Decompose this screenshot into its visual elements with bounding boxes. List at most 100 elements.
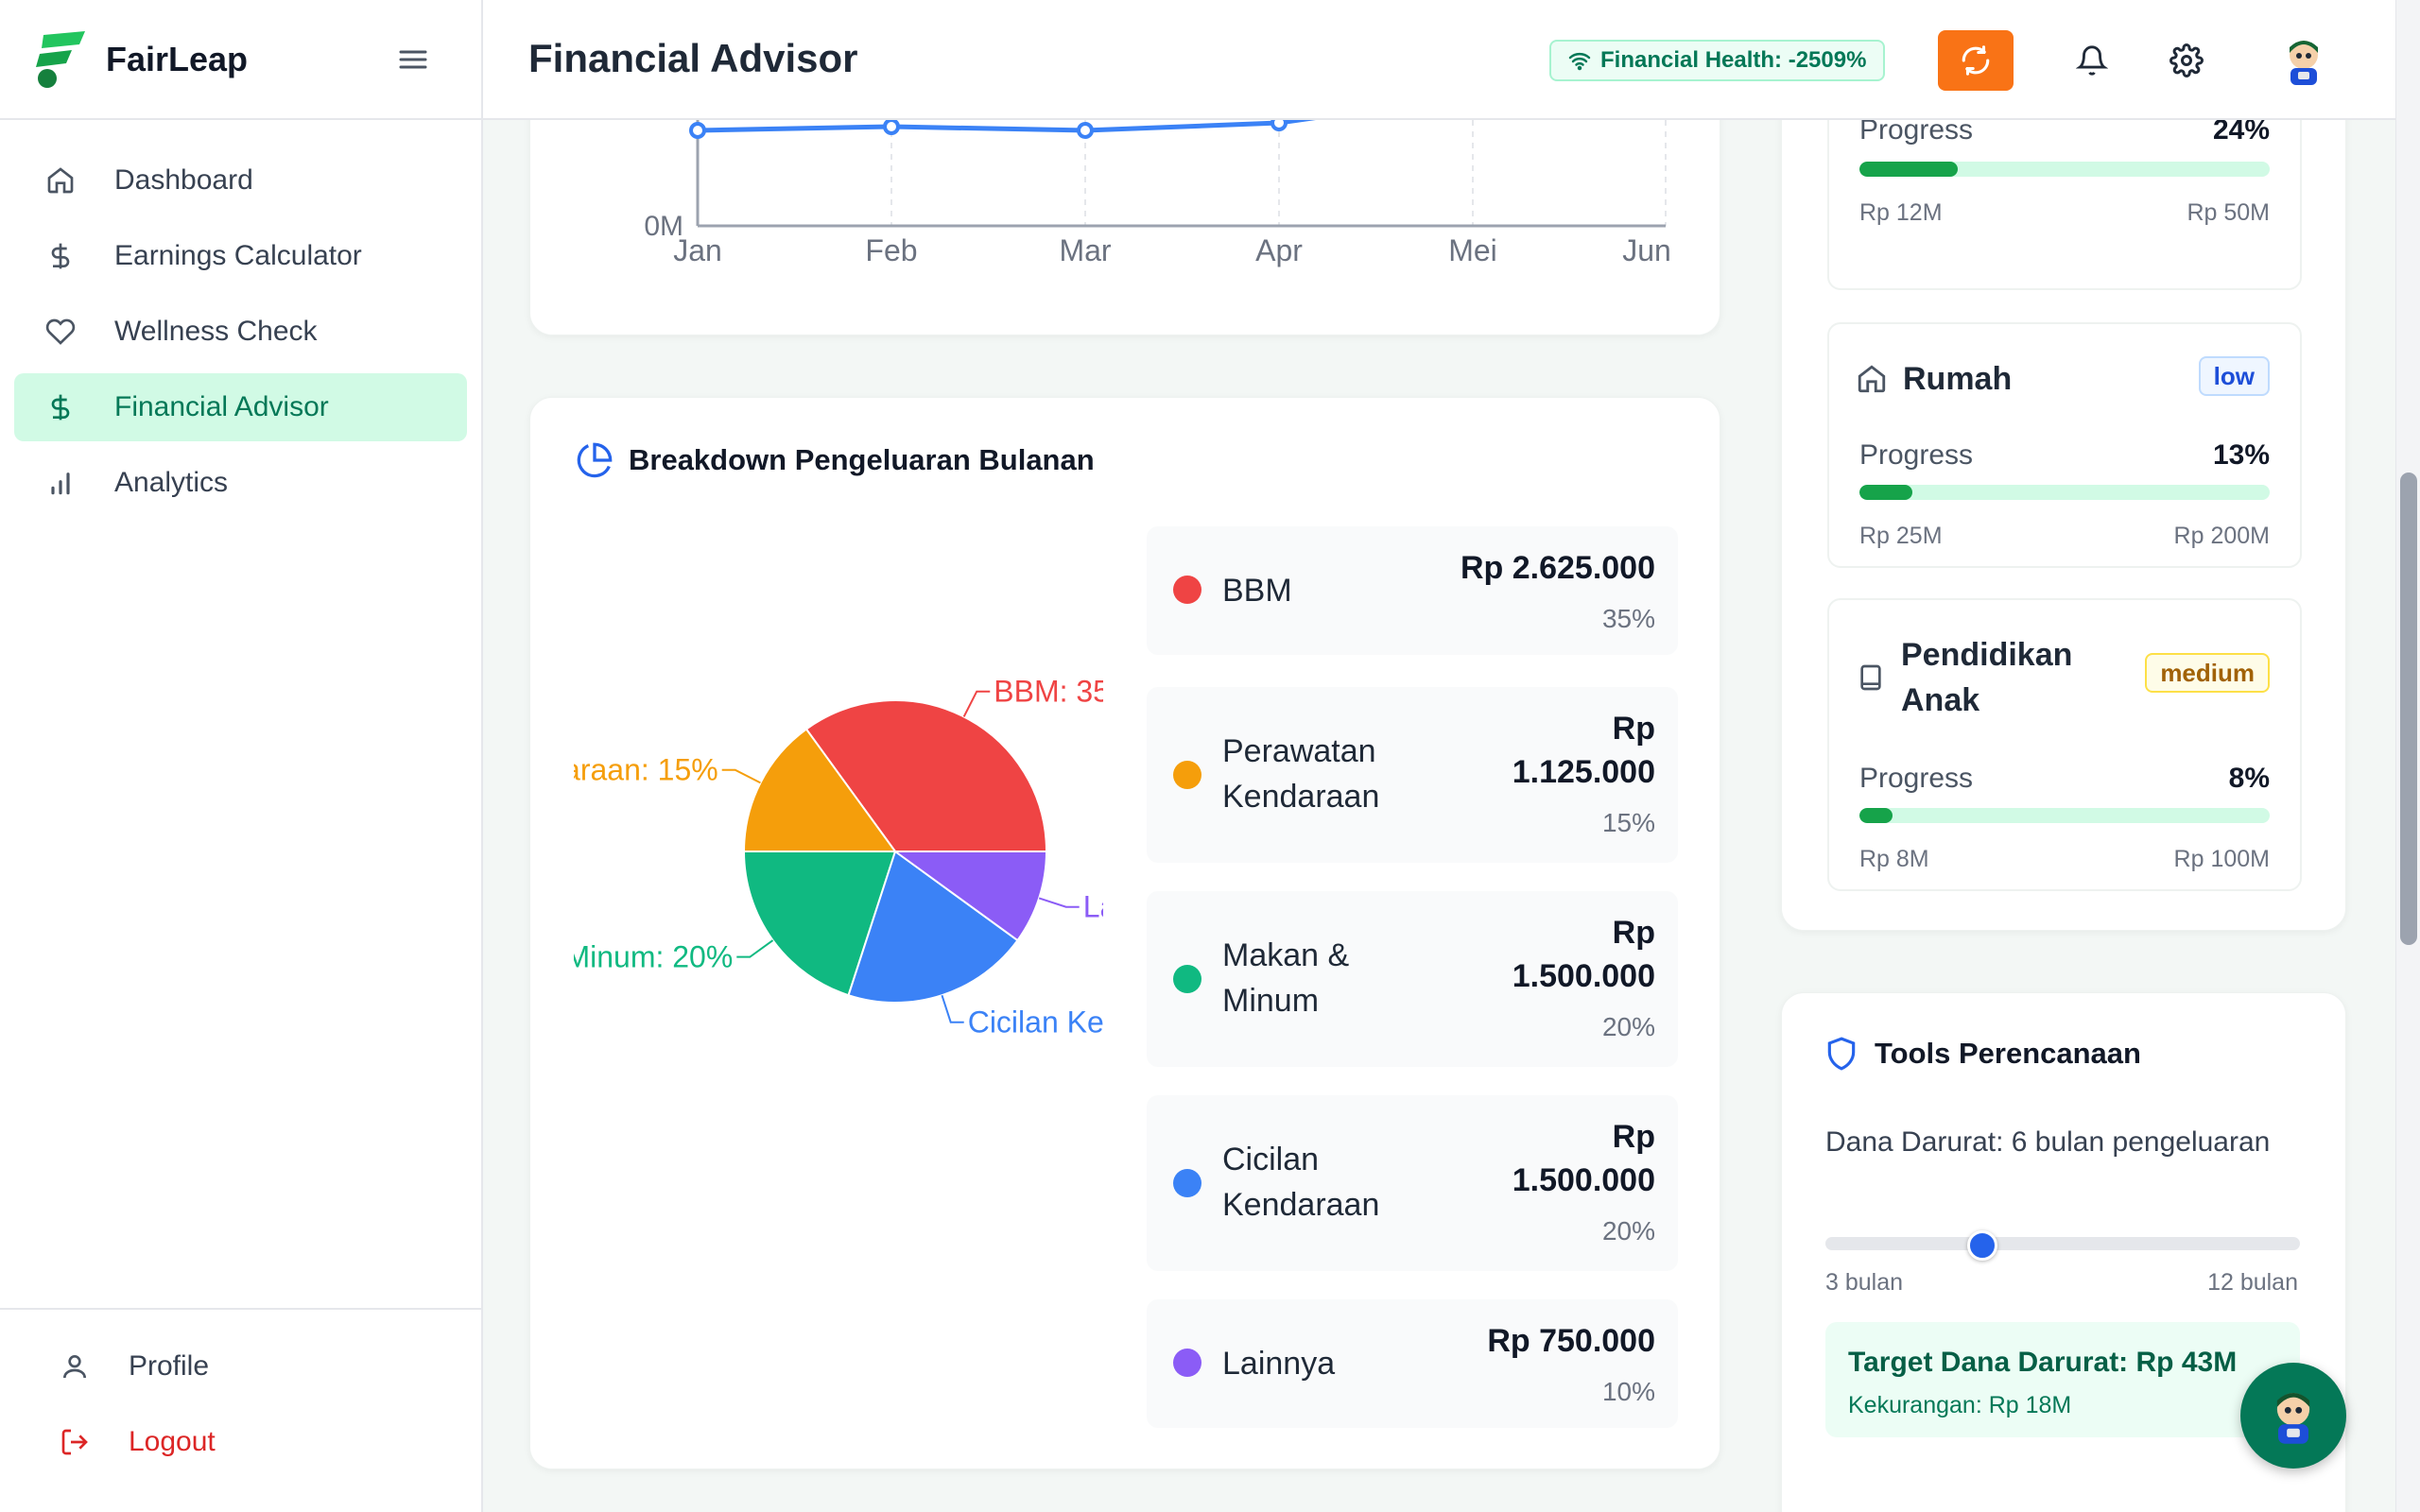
sidebar-item-label: Earnings Calculator bbox=[114, 240, 362, 271]
financial-health-badge: Financial Health: -2509% bbox=[1549, 40, 1886, 81]
goal-name-line: Anak bbox=[1901, 682, 1980, 718]
slider-max-label: 12 bulan bbox=[2207, 1269, 2298, 1296]
legend-item-perawatan: Perawatan Kendaraan Rp 1.125.000 15% bbox=[1147, 687, 1678, 863]
sidebar-item-label: Analytics bbox=[114, 467, 229, 498]
legend-amount: Rp 750.000 bbox=[1487, 1323, 1655, 1359]
sidebar-item-label: Logout bbox=[129, 1426, 216, 1457]
legend-amount: Rp bbox=[1612, 711, 1655, 747]
goal-progress-bar bbox=[1859, 808, 2270, 823]
pie-leader-line bbox=[721, 768, 761, 784]
legend-name: BBM bbox=[1222, 573, 1292, 609]
user-avatar-icon[interactable] bbox=[2277, 34, 2330, 87]
page-scrollbar[interactable] bbox=[2395, 0, 2420, 1512]
legend-name: Cicilan Kendaraan bbox=[1222, 1142, 1380, 1223]
refresh-button[interactable] bbox=[1938, 30, 2014, 91]
goal-progress-label: Progress bbox=[1859, 763, 1974, 794]
emergency-fund-slider[interactable] bbox=[1825, 1237, 2300, 1250]
sidebar-item-earnings-calculator[interactable]: Earnings Calculator bbox=[14, 222, 467, 290]
pie-leader-line bbox=[1038, 897, 1080, 908]
assistant-chat-button[interactable] bbox=[2240, 1363, 2346, 1469]
top-header: Financial Advisor Financial Health: -250… bbox=[483, 0, 2395, 120]
legend-item-lainnya: Lainnya Rp 750.000 10% bbox=[1147, 1299, 1678, 1428]
x-tick-label: Apr bbox=[1255, 233, 1303, 267]
expense-breakdown-card: Breakdown Pengeluaran Bulanan BBM: 35% Pe… bbox=[529, 397, 1720, 1469]
goal-progress-label: Progress bbox=[1859, 439, 1974, 471]
sidebar-item-financial-advisor[interactable]: Financial Advisor bbox=[14, 373, 467, 441]
legend-amount: Rp bbox=[1612, 915, 1655, 951]
sidebar-item-dashboard[interactable]: Dashboard bbox=[14, 146, 467, 215]
book-icon bbox=[1860, 664, 1881, 691]
sidebar: FairLeap Dashboard Earnings Calculator W… bbox=[0, 0, 483, 1512]
goal-target: Rp 100M bbox=[2173, 846, 2270, 872]
pie-leader-line bbox=[962, 690, 991, 717]
legend-name: Lainnya bbox=[1222, 1346, 1336, 1382]
x-tick-label: Jun bbox=[1622, 233, 1671, 267]
goal-title: Pendidikan Anak bbox=[1856, 632, 2072, 723]
shield-icon bbox=[1827, 1037, 1856, 1071]
gear-icon bbox=[2169, 43, 2204, 77]
brand-name: FairLeap bbox=[106, 39, 249, 78]
legend-name: Makan & Minum bbox=[1222, 937, 1350, 1019]
dollar-icon bbox=[44, 240, 77, 272]
emergency-shortfall: Kekurangan: Rp 18M bbox=[1848, 1392, 2072, 1418]
legend-pct: 20% bbox=[1601, 1012, 1655, 1041]
goal-progress-bar bbox=[1859, 485, 2270, 500]
notifications-button[interactable] bbox=[2073, 42, 2111, 79]
trend-point-feb bbox=[883, 118, 900, 135]
goal-title: Rumah bbox=[1856, 356, 2012, 402]
sidebar-item-analytics[interactable]: Analytics bbox=[14, 449, 467, 517]
legend-pct: 10% bbox=[1601, 1377, 1655, 1406]
goal-target: Rp 50M bbox=[2187, 199, 2270, 226]
sidebar-item-label: Wellness Check bbox=[114, 316, 318, 347]
goal-item-rumah[interactable]: Rumah low Progress 13% Rp 25M Rp 200M bbox=[1827, 322, 2302, 568]
x-tick-label: Feb bbox=[865, 233, 917, 267]
tools-title: Tools Perencanaan bbox=[1824, 1035, 2141, 1073]
financial-goals-card: Progress 24% Rp 12M Rp 50M Rumah low Pro… bbox=[1781, 0, 2346, 931]
fairleap-logo-icon bbox=[36, 30, 85, 88]
legend-amount: 1.500.000 bbox=[1512, 1162, 1655, 1198]
sidebar-bottom: Profile Logout bbox=[0, 1308, 481, 1512]
emergency-target: Target Dana Darurat: Rp 43M bbox=[1848, 1347, 2238, 1378]
legend-pct: 15% bbox=[1601, 808, 1655, 837]
legend-dot bbox=[1173, 576, 1201, 604]
scrollbar-thumb[interactable] bbox=[2400, 472, 2417, 945]
legend-name: Perawatan Kendaraan bbox=[1222, 733, 1380, 815]
legend-item-cicilan: Cicilan Kendaraan Rp 1.500.000 20% bbox=[1147, 1095, 1678, 1271]
settings-button[interactable] bbox=[2168, 42, 2205, 79]
goal-progress-value: 13% bbox=[2212, 439, 2270, 471]
legend-dot bbox=[1173, 965, 1201, 993]
goal-progress-value: 8% bbox=[2228, 763, 2270, 794]
bar-chart-icon bbox=[44, 467, 77, 499]
refresh-icon bbox=[1962, 45, 1990, 76]
x-tick-label: Mei bbox=[1448, 233, 1497, 267]
legend-item-bbm: BBM Rp 2.625.000 35% bbox=[1147, 526, 1678, 655]
priority-badge: low bbox=[2198, 356, 2270, 396]
hamburger-icon bbox=[399, 50, 427, 69]
user-icon bbox=[59, 1350, 91, 1383]
legend-dot bbox=[1173, 1169, 1201, 1197]
x-tick-label: Mar bbox=[1059, 233, 1111, 267]
goal-target: Rp 200M bbox=[2173, 523, 2270, 549]
goal-progress-bar bbox=[1859, 162, 2270, 177]
goal-current: Rp 12M bbox=[1859, 199, 1943, 226]
page-title: Financial Advisor bbox=[528, 36, 858, 80]
dollar-icon bbox=[44, 391, 77, 423]
legend-amount: 1.125.000 bbox=[1512, 754, 1655, 790]
pie-label-perawatan: Perawatan Kendaraan: 15% bbox=[574, 753, 718, 787]
legend-pct: 20% bbox=[1601, 1216, 1655, 1246]
sidebar-item-profile[interactable]: Profile bbox=[0, 1329, 481, 1404]
pie-chart-icon bbox=[577, 442, 613, 478]
sidebar-item-label: Financial Advisor bbox=[114, 391, 329, 422]
legend-dot bbox=[1173, 761, 1201, 789]
trend-point-jan bbox=[689, 122, 706, 139]
legend-amount: Rp bbox=[1612, 1119, 1655, 1155]
priority-badge: medium bbox=[2145, 653, 2270, 693]
goal-item-pendidikan-anak[interactable]: Pendidikan Anak medium Progress 8% Rp 8M… bbox=[1827, 598, 2302, 891]
logout-button[interactable]: Logout bbox=[0, 1404, 481, 1480]
pie-label-bbm: BBM: 35% bbox=[994, 675, 1103, 709]
sidebar-item-wellness-check[interactable]: Wellness Check bbox=[14, 298, 467, 366]
x-tick-label: Jan bbox=[673, 233, 722, 267]
sidebar-nav: Dashboard Earnings Calculator Wellness C… bbox=[0, 120, 481, 517]
menu-toggle-button[interactable] bbox=[397, 43, 429, 76]
breakdown-title: Breakdown Pengeluaran Bulanan bbox=[576, 441, 1095, 479]
